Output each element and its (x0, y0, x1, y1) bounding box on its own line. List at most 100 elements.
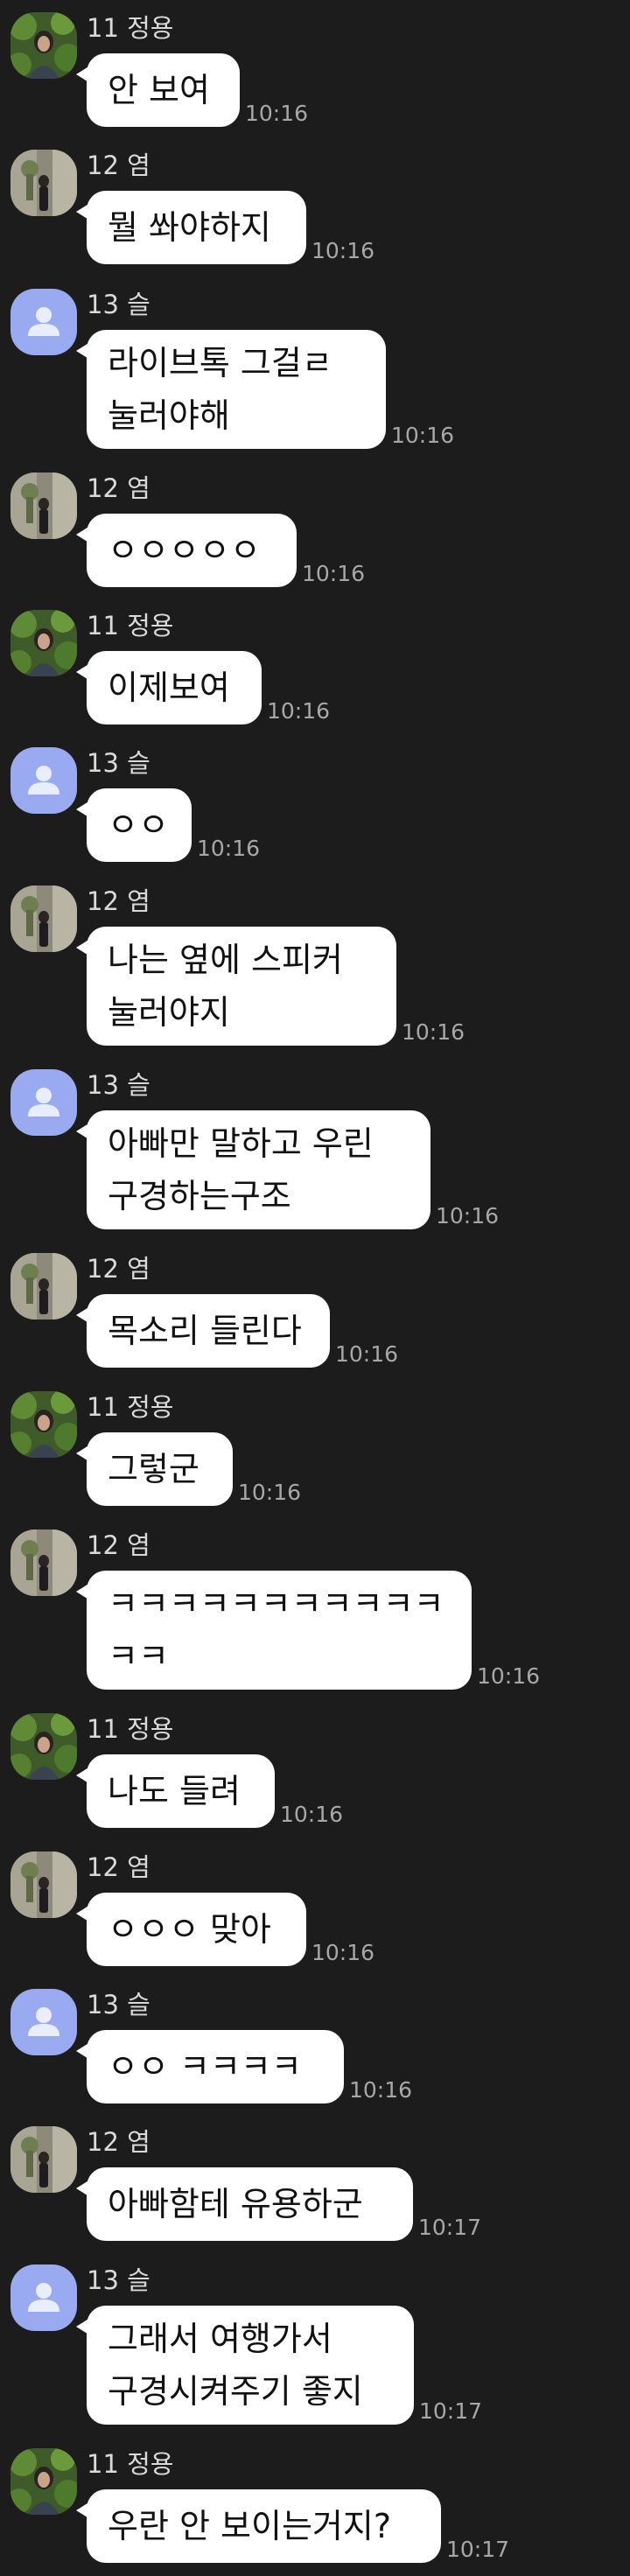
chat-message: 12 염 ㅇㅇㅇㅇㅇ 10:16 (0, 472, 630, 587)
avatar[interactable] (10, 2264, 77, 2331)
message-timestamp: 10:16 (312, 1940, 375, 1965)
message-bubble[interactable]: ㅋㅋㅋㅋㅋㅋㅋㅋㅋㅋㅋ ㅋㅋ (76, 1571, 472, 1690)
profile-photo (10, 1852, 77, 1918)
profile-photo (10, 150, 77, 216)
default-person-icon (10, 1989, 77, 2055)
chat-message: 12 염뭘 쏴야하지 10:16 (0, 150, 630, 264)
chat-message: 11 정용나도 들려 10:16 (0, 1713, 630, 1828)
profile-photo (10, 610, 77, 676)
message-bubble[interactable]: ㅇㅇ (76, 788, 192, 862)
sender-name: 11 정용 (87, 611, 174, 640)
message-timestamp: 10:17 (419, 2398, 483, 2424)
default-person-icon (10, 1069, 77, 1136)
chat-message: 13 슬 ㅇㅇ ㅋㅋㅋㅋ 10:16 (0, 1989, 630, 2104)
chat-message: 13 슬라이브톡 그걸ㄹ 눌러야해 10:16 (0, 289, 630, 449)
message-timestamp: 10:16 (302, 561, 366, 586)
message-bubble[interactable]: ㅇㅇㅇ 맞아 (76, 1893, 306, 1966)
avatar[interactable] (10, 12, 77, 79)
profile-photo (10, 12, 77, 79)
sender-name: 11 정용 (87, 1392, 174, 1422)
avatar[interactable] (10, 610, 77, 676)
chat-message: 13 슬그래서 여행가서 구경시켜주기 좋지 10:17 (0, 2264, 630, 2425)
chat-message: 12 염 ㅋㅋㅋㅋㅋㅋㅋㅋㅋㅋㅋ ㅋㅋ 10:16 (0, 1530, 630, 1690)
avatar[interactable] (10, 2448, 77, 2515)
chat-message: 12 염 ㅇㅇㅇ 맞아 10:16 (0, 1852, 630, 1966)
message-timestamp: 10:16 (197, 836, 261, 861)
profile-photo (10, 886, 77, 952)
avatar[interactable] (10, 1852, 77, 1918)
message-bubble[interactable]: 우란 안 보이는거지? (76, 2489, 441, 2563)
avatar[interactable] (10, 1069, 77, 1136)
message-timestamp: 10:16 (335, 1341, 399, 1367)
message-timestamp: 10:16 (349, 2077, 413, 2103)
avatar[interactable] (10, 886, 77, 952)
message-timestamp: 10:16 (477, 1663, 541, 1689)
default-person-icon (10, 289, 77, 355)
sender-name: 13 슬 (87, 748, 150, 778)
message-bubble[interactable]: 뭘 쏴야하지 (76, 191, 306, 264)
message-bubble[interactable]: 나는 옆에 스피커 눌러야지 (76, 927, 396, 1046)
message-timestamp: 10:16 (238, 1480, 302, 1505)
profile-photo (10, 1713, 77, 1780)
avatar[interactable] (10, 1713, 77, 1780)
avatar[interactable] (10, 472, 77, 539)
sender-name: 11 정용 (87, 13, 174, 43)
chat-message: 13 슬아빠만 말하고 우린 구경하는구조 10:16 (0, 1069, 630, 1229)
chat-message: 11 정용안 보여 10:16 (0, 12, 630, 127)
chat-message: 11 정용이제보여 10:16 (0, 610, 630, 724)
profile-photo (10, 1530, 77, 1596)
message-timestamp: 10:17 (418, 2215, 482, 2240)
message-bubble[interactable]: 그래서 여행가서 구경시켜주기 좋지 (76, 2306, 414, 2425)
avatar[interactable] (10, 289, 77, 355)
message-timestamp: 10:16 (245, 101, 309, 126)
message-bubble[interactable]: 안 보여 (76, 53, 240, 127)
sender-name: 13 슬 (87, 290, 150, 319)
message-bubble[interactable]: 라이브톡 그걸ㄹ 눌러야해 (76, 330, 386, 449)
sender-name: 12 염 (87, 1852, 150, 1882)
avatar[interactable] (10, 1253, 77, 1320)
message-timestamp: 10:16 (436, 1203, 500, 1228)
sender-name: 13 슬 (87, 2265, 150, 2295)
profile-photo (10, 2126, 77, 2193)
message-timestamp: 10:17 (446, 2537, 510, 2562)
message-bubble[interactable]: 아빠만 말하고 우린 구경하는구조 (76, 1110, 430, 1229)
message-bubble[interactable]: 목소리 들린다 (76, 1294, 330, 1368)
avatar[interactable] (10, 747, 77, 814)
chat-message-list[interactable]: 11 정용 안 보여 10:16 12 염뭘 쏴야하지 10:16 13 슬 라이브톡 그걸… (0, 0, 630, 2576)
message-timestamp: 10:16 (402, 1019, 466, 1045)
chat-message: 11 정용그렇군 10:16 (0, 1391, 630, 1506)
sender-name: 12 염 (87, 473, 150, 503)
message-bubble[interactable]: 그렇군 (76, 1432, 233, 1506)
sender-name: 12 염 (87, 150, 150, 180)
chat-message: 12 염아빠함테 유용하군 10:17 (0, 2126, 630, 2241)
profile-photo (10, 1391, 77, 1458)
avatar[interactable] (10, 1530, 77, 1596)
sender-name: 12 염 (87, 2127, 150, 2157)
message-bubble[interactable]: ㅇㅇ ㅋㅋㅋㅋ (76, 2030, 344, 2104)
message-bubble[interactable]: 이제보여 (76, 651, 262, 724)
sender-name: 12 염 (87, 1530, 150, 1560)
avatar[interactable] (10, 2126, 77, 2193)
profile-photo (10, 2448, 77, 2515)
sender-name: 12 염 (87, 886, 150, 916)
message-timestamp: 10:16 (280, 1802, 344, 1827)
message-bubble[interactable]: 나도 들려 (76, 1754, 275, 1828)
chat-message: 13 슬 ㅇㅇ 10:16 (0, 747, 630, 862)
message-bubble[interactable]: 아빠함테 유용하군 (76, 2167, 413, 2241)
sender-name: 11 정용 (87, 1714, 174, 1744)
sender-name: 13 슬 (87, 1070, 150, 1100)
avatar[interactable] (10, 1391, 77, 1458)
sender-name: 13 슬 (87, 1990, 150, 2020)
message-timestamp: 10:16 (267, 698, 331, 724)
avatar[interactable] (10, 1989, 77, 2055)
avatar[interactable] (10, 150, 77, 216)
message-bubble[interactable]: ㅇㅇㅇㅇㅇ (76, 514, 297, 587)
sender-name: 11 정용 (87, 2449, 174, 2479)
profile-photo (10, 1253, 77, 1320)
profile-photo (10, 472, 77, 539)
message-timestamp: 10:16 (312, 238, 375, 263)
default-person-icon (10, 747, 77, 814)
message-timestamp: 10:16 (391, 423, 455, 448)
sender-name: 12 염 (87, 1254, 150, 1284)
chat-message: 12 염목소리 들린다 10:16 (0, 1253, 630, 1368)
